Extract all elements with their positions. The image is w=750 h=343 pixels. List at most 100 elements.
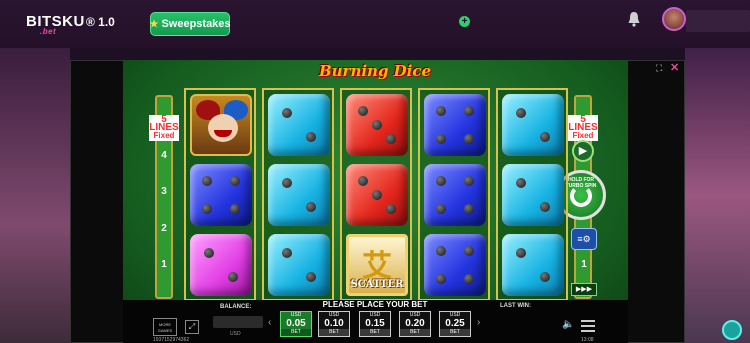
- bet-option-2[interactable]: USD 0.10 BET: [318, 311, 350, 337]
- bet-value: 0.05: [286, 318, 306, 329]
- die-pip: [436, 106, 446, 116]
- die-pip: [204, 248, 214, 258]
- bet-label: BET: [281, 329, 311, 336]
- die-pip: [464, 106, 474, 116]
- scatter-symbol: 艾 SCATTER: [346, 234, 408, 296]
- more-games-button[interactable]: MORE GAMES: [153, 318, 177, 336]
- sweepstakes-button[interactable]: ★ Sweepstakes: [149, 12, 231, 36]
- joker-symbol: [190, 94, 252, 156]
- die-face: [346, 164, 408, 226]
- die-pip: [386, 134, 396, 144]
- die-pip: [516, 248, 526, 258]
- sweepstakes-label: Sweepstakes: [161, 18, 231, 30]
- bet-prev-arrow[interactable]: ‹: [268, 317, 271, 328]
- die-face: [502, 234, 564, 296]
- right-lines-label: 5 LINES Fixed: [568, 114, 598, 141]
- die-pip: [202, 176, 212, 186]
- reel-3: 艾 SCATTER: [340, 88, 412, 301]
- die-pip: [282, 178, 292, 188]
- bet-option-4[interactable]: USD 0.20 BET: [399, 311, 431, 337]
- die-pip: [358, 176, 368, 186]
- die-pip: [358, 106, 368, 116]
- cyan-die-symbol: [502, 94, 564, 156]
- pink-die-symbol: [190, 234, 252, 296]
- menu-icon[interactable]: [581, 320, 595, 332]
- fast-forward-button[interactable]: ▶▶▶: [571, 283, 597, 296]
- spin-icon: [570, 185, 592, 207]
- bet-prompt: PLEASE PLACE YOUR BET: [322, 300, 428, 309]
- logo-subtitle: .bet: [40, 27, 57, 36]
- bet-label: BET: [440, 329, 470, 336]
- line-number-3: 3: [161, 186, 167, 197]
- reel-2: [262, 88, 334, 301]
- settings-button[interactable]: ≡⚙: [571, 228, 597, 250]
- close-icon[interactable]: ✕: [670, 61, 679, 74]
- bet-option-1[interactable]: USD 0.05 BET: [280, 311, 312, 337]
- bell-icon[interactable]: [627, 11, 641, 27]
- right-line-number-1: 1: [581, 259, 587, 270]
- bet-option-5[interactable]: USD 0.25 BET: [439, 311, 471, 337]
- round-id: 1937152974362: [153, 337, 190, 343]
- red-die-symbol: [346, 164, 408, 226]
- avatar[interactable]: [662, 7, 686, 31]
- die-face: [424, 164, 486, 226]
- die-pip: [540, 132, 550, 142]
- die-face: [424, 234, 486, 296]
- bet-next-arrow[interactable]: ›: [477, 317, 480, 328]
- blue-die-symbol: [424, 94, 486, 156]
- die-pip: [372, 120, 382, 130]
- die-face: [268, 234, 330, 296]
- die-pip: [464, 246, 474, 256]
- reel-4: [418, 88, 490, 301]
- autoplay-button[interactable]: ▶: [572, 140, 594, 162]
- die-pip: [436, 246, 446, 256]
- bet-label: BET: [319, 329, 349, 336]
- die-pip: [436, 134, 446, 144]
- die-pip: [202, 204, 212, 214]
- scatter-word: SCATTER: [350, 279, 404, 290]
- die-face: [190, 164, 252, 226]
- site-logo[interactable]: BITSKU .bet: [26, 13, 85, 36]
- fullscreen-icon[interactable]: ⛶: [656, 63, 662, 74]
- die-pip: [386, 204, 396, 214]
- left-lines-label: 5 LINES Fixed: [149, 114, 179, 141]
- speaker-icon[interactable]: 🔈: [562, 319, 574, 330]
- die-face: [190, 234, 252, 296]
- die-face: [346, 94, 408, 156]
- bet-value: 0.20: [405, 318, 425, 329]
- chat-icon[interactable]: [722, 320, 742, 340]
- red-die-symbol: [346, 94, 408, 156]
- die-pip: [228, 272, 238, 282]
- balance-label: BALANCE:: [220, 304, 252, 310]
- die-pip: [464, 204, 474, 214]
- die-pip: [464, 274, 474, 284]
- profile-bar[interactable]: [686, 10, 750, 32]
- background-right: [685, 48, 750, 343]
- blue-die-symbol: [424, 234, 486, 296]
- die-pip: [282, 248, 292, 258]
- die-pip: [230, 176, 240, 186]
- die-pip: [282, 108, 292, 118]
- die-pip: [372, 190, 382, 200]
- balance-value: [213, 316, 263, 328]
- die-pip: [516, 178, 526, 188]
- line-number-2: 2: [161, 223, 167, 234]
- cyan-die-symbol: [502, 164, 564, 226]
- bet-option-3[interactable]: USD 0.15 BET: [359, 311, 391, 337]
- line-number-1: 1: [161, 259, 167, 270]
- blue-die-symbol: [190, 164, 252, 226]
- expand-icon[interactable]: ⤢: [185, 320, 199, 334]
- cyan-die-symbol: [268, 94, 330, 156]
- cyan-die-symbol: [268, 164, 330, 226]
- die-face: [424, 94, 486, 156]
- scatter-tile: 艾 SCATTER: [346, 234, 408, 296]
- bet-value: 0.25: [445, 318, 465, 329]
- die-pip: [230, 204, 240, 214]
- add-funds-button[interactable]: +: [459, 16, 470, 27]
- die-pip: [306, 132, 316, 142]
- blue-die-symbol: [424, 164, 486, 226]
- version-label: ® 1.0: [86, 15, 115, 29]
- die-pip: [436, 274, 446, 284]
- reel-5: [496, 88, 568, 301]
- reel-1: [184, 88, 256, 301]
